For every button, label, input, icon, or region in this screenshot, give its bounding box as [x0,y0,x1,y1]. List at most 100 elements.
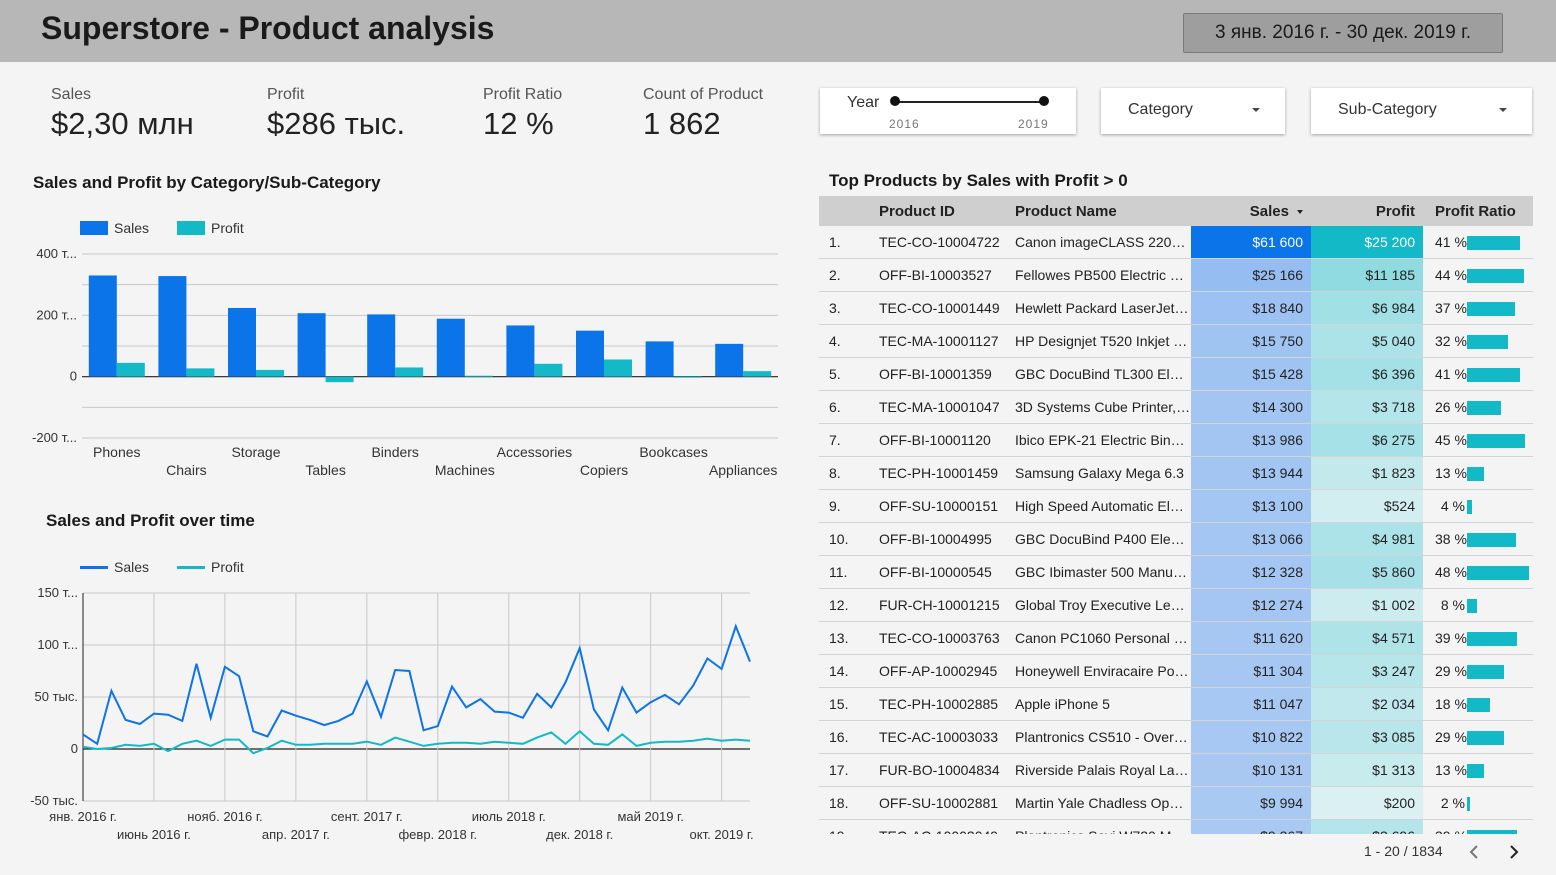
kpi-label: Profit Ratio [483,86,563,103]
product-id-cell: TEC-AC-10002049 [879,819,1015,834]
legend-item-sales[interactable]: Sales [80,220,149,236]
profit-ratio-text: 13 % [1435,761,1467,778]
line-chart-title: Sales and Profit over time [46,511,255,530]
category-dropdown-label: Category [1128,101,1193,118]
bar-sales [158,276,187,377]
legend-label: Profit [211,559,244,575]
column-header-product-name[interactable]: Product Name [1015,196,1191,226]
year-slider-handle-min[interactable] [890,96,900,106]
table-row[interactable]: 3. TEC-CO-10001449 Hewlett Packard LaserJe… [819,291,1533,325]
profit-ratio-bar [1467,797,1470,812]
subcategory-dropdown[interactable]: Sub-Category [1311,88,1532,134]
chevron-left-icon[interactable] [1468,843,1480,866]
profit-ratio-bar [1467,467,1484,482]
sales-cell: $10 822 [1191,720,1311,754]
profit-cell: $5 860 [1311,555,1423,589]
year-slider-track[interactable] [895,101,1045,103]
row-index: 11. [819,555,879,589]
row-index: 14. [819,654,879,688]
profit-ratio-bar [1467,368,1520,383]
column-header-profit[interactable]: Profit [1311,196,1423,226]
y-tick-label: 0 [70,369,77,384]
table-row[interactable]: 12. FUR-CH-10001215 Global Troy Executive … [819,588,1533,622]
table-row[interactable]: 6. TEC-MA-10001047 3D Systems Cube Printer… [819,390,1533,424]
product-name-cell: Riverside Palais Royal La… [1015,753,1191,787]
legend-item-profit[interactable]: Profit [177,220,244,236]
table-row[interactable]: 4. TEC-MA-10001127 HP Designjet T520 Inkje… [819,324,1533,358]
x-tick-label: Bookcases [639,444,707,460]
year-slider-label: Year [847,94,880,111]
profit-ratio-bar [1467,698,1490,713]
y-tick-label: 0 [71,741,78,756]
top-products-table-container[interactable]: Product ID Product Name Sales Profit Pro… [819,196,1533,834]
table-row[interactable]: 15. TEC-PH-10002885 Apple iPhone 5 $11 047 $… [819,687,1533,721]
bar-chart-legend: Sales Profit [80,220,272,236]
table-row[interactable]: 8. TEC-PH-10001459 Samsung Galaxy Mega 6.3… [819,456,1533,490]
column-header-sales[interactable]: Sales [1191,196,1311,226]
date-range-picker[interactable]: 3 янв. 2016 г. - 30 дек. 2019 г. [1183,13,1503,53]
profit-ratio-text: 38 % [1435,530,1467,547]
profit-ratio-text: 26 % [1435,398,1467,415]
table-row[interactable]: 7. OFF-BI-10001120 Ibico EPK-21 Electric B… [819,423,1533,457]
table-row[interactable]: 13. TEC-CO-10003763 Canon PC1060 Personal … [819,621,1533,655]
y-tick-label: 50 тыс. [35,689,78,704]
x-tick-label: Chairs [166,462,206,478]
column-header-profit-ratio[interactable]: Profit Ratio [1423,196,1533,226]
profit-ratio-cell: 48 % [1423,555,1533,589]
column-header-index [819,196,879,226]
kpi-value: $2,30 млн [51,106,194,141]
profit-cell: $3 247 [1311,654,1423,688]
product-id-cell: TEC-CO-10001449 [879,291,1015,325]
profit-ratio-text: 45 % [1435,431,1467,448]
x-tick-label: окт. 2019 г. [690,827,754,842]
table-row[interactable]: 18. OFF-SU-10002881 Martin Yale Chadless O… [819,786,1533,820]
bar-sales [576,330,604,377]
table-row[interactable]: 10. OFF-BI-10004995 GBC DocuBind P400 Elec… [819,522,1533,556]
chevron-right-icon-graphic [1510,845,1519,859]
bar-profit [464,375,493,377]
product-name-cell: Martin Yale Chadless Ope… [1015,786,1191,820]
subcategory-dropdown-label: Sub-Category [1338,101,1437,118]
profit-ratio-text: 41 % [1435,233,1467,250]
row-index: 8. [819,456,879,490]
profit-ratio-cell: 38 % [1423,522,1533,556]
table-row[interactable]: 5. OFF-BI-10001359 GBC DocuBind TL300 Elec… [819,357,1533,391]
bar-profit [186,368,215,377]
table-row[interactable]: 1. TEC-CO-10004722 Canon imageCLASS 2200… $… [819,226,1533,259]
table-row[interactable]: 9. OFF-SU-10000151 High Speed Automatic El… [819,489,1533,523]
profit-ratio-cell: 45 % [1423,423,1533,457]
table-row[interactable]: 17. FUR-BO-10004834 Riverside Palais Royal… [819,753,1533,787]
sales-cell: $13 100 [1191,489,1311,523]
profit-cell: $25 200 [1311,226,1423,259]
table-row[interactable]: 14. OFF-AP-10002945 Honeywell Enviracaire … [819,654,1533,688]
sales-cell: $12 274 [1191,588,1311,622]
profit-cell: $6 275 [1311,423,1423,457]
bar-profit [604,359,632,377]
product-id-cell: OFF-BI-10000545 [879,555,1015,589]
year-slider-control[interactable]: Year 2016 2019 [820,88,1076,134]
sales-cell: $15 428 [1191,357,1311,391]
chevron-right-icon[interactable] [1508,843,1520,866]
chevron-left-icon-graphic [1469,845,1478,859]
legend-item-profit[interactable]: Profit [177,559,244,575]
x-tick-label: май 2019 г. [617,809,683,824]
product-id-cell: TEC-MA-10001047 [879,390,1015,424]
year-slider-handle-max[interactable] [1039,96,1049,106]
product-name-cell: HP Designjet T520 Inkjet … [1015,324,1191,358]
product-name-cell: Global Troy Executive Lea… [1015,588,1191,622]
table-row[interactable]: 2. OFF-BI-10003527 Fellowes PB500 Electric… [819,258,1533,292]
bar-sales [228,307,256,377]
profit-cell: $3 696 [1311,819,1423,834]
bar-sales [506,325,535,377]
table-row[interactable]: 11. OFF-BI-10000545 GBC Ibimaster 500 Manu… [819,555,1533,589]
row-index: 10. [819,522,879,556]
column-header-product-id[interactable]: Product ID [879,196,1015,226]
table-row[interactable]: 19.TEC-AC-10002049Plantronics Savi W720 … [819,819,1533,834]
table-row[interactable]: 16. TEC-AC-10003033 Plantronics CS510 - Ov… [819,720,1533,754]
year-slider-max-label: 2019 [1018,117,1049,131]
profit-ratio-cell: 2 % [1423,786,1533,820]
legend-item-sales[interactable]: Sales [80,559,149,575]
kpi-count-of-product: Count of Product 1 862 [643,86,763,142]
category-dropdown[interactable]: Category [1101,88,1285,134]
top-products-table: Product ID Product Name Sales Profit Pro… [819,196,1533,834]
